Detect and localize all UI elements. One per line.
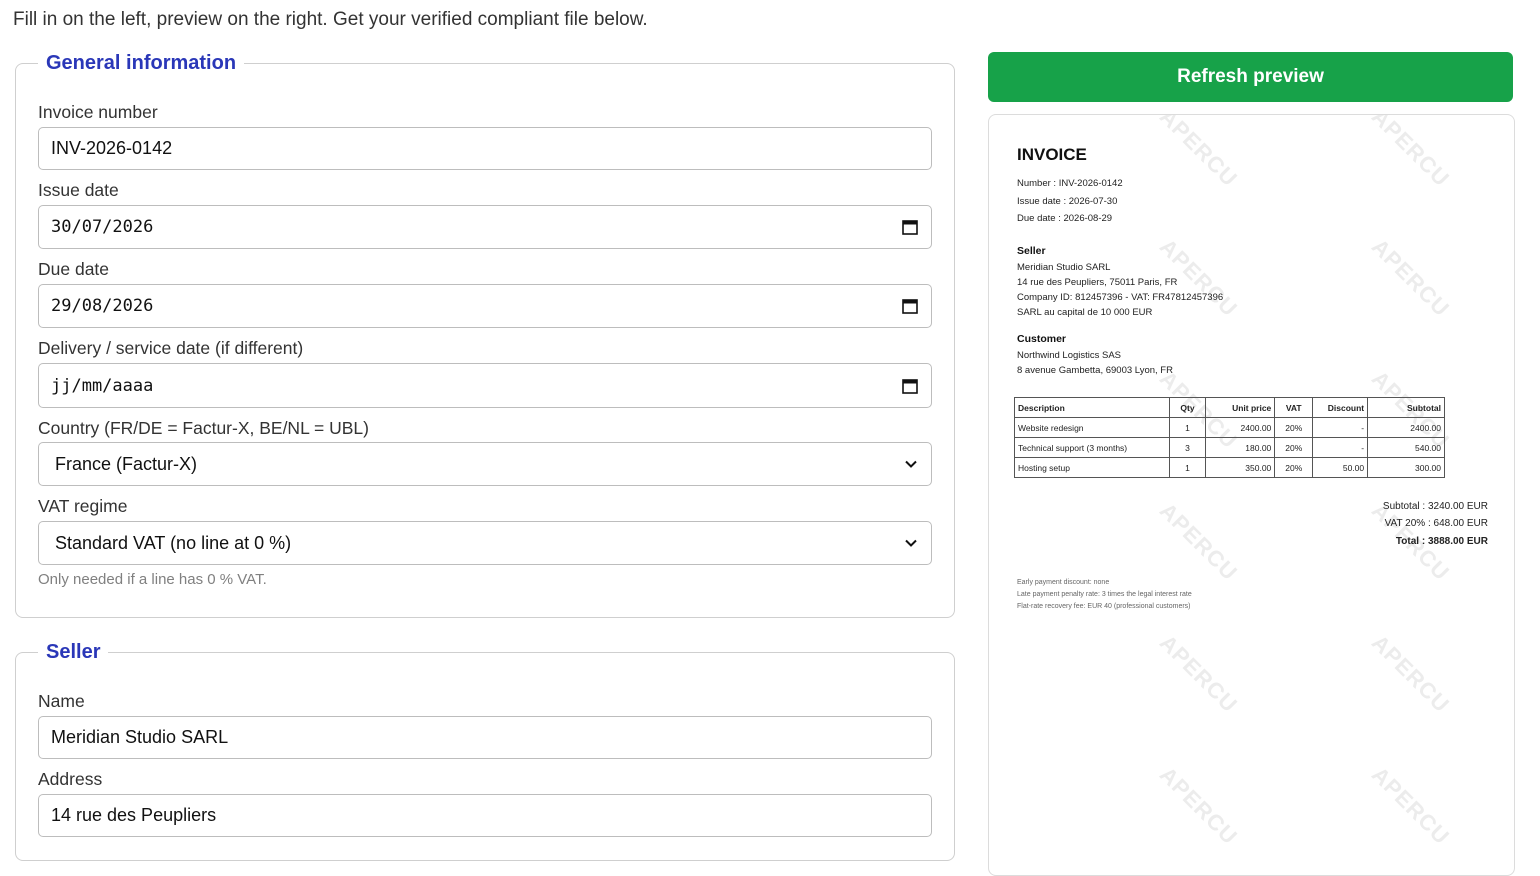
- table-cell: 20%: [1274, 457, 1314, 478]
- watermark: APERCU: [1366, 114, 1455, 192]
- watermark: APERCU: [1154, 114, 1243, 192]
- customer-heading: Customer: [1017, 333, 1067, 345]
- issue-date-value: 30/07/2026: [51, 217, 154, 237]
- seller-legend: Seller: [46, 641, 101, 663]
- table-cell: Hosting setup: [1014, 457, 1170, 478]
- table-cell: Technical support (3 months): [1014, 437, 1170, 458]
- watermark: APERCU: [1366, 629, 1455, 718]
- table-cell: 50.00: [1312, 457, 1369, 478]
- delivery-date-placeholder: jj/mm/aaaa: [51, 375, 154, 396]
- invoice-number-input[interactable]: INV-2026-0142: [38, 127, 932, 170]
- watermark: APERCU: [1154, 629, 1243, 718]
- table-cell: 2400.00: [1205, 417, 1276, 438]
- seller-name-label: Name: [38, 691, 85, 711]
- seller-name-value: Meridian Studio SARL: [51, 727, 229, 747]
- seller-address-label: Address: [38, 769, 103, 789]
- column-header: Qty: [1168, 397, 1207, 418]
- issue-date-line: Issue date : 2026-07-30: [1017, 196, 1118, 207]
- country-selected-value: France (Factur-X): [55, 453, 198, 474]
- issue-date-input[interactable]: 30/07/2026: [38, 205, 932, 249]
- seller-address-input[interactable]: 14 rue des Peupliers: [38, 794, 932, 837]
- column-header: Unit price: [1205, 397, 1276, 418]
- table-cell: 1: [1168, 457, 1207, 478]
- chevron-down-icon: [905, 539, 917, 547]
- watermark: APERCU: [1154, 761, 1243, 850]
- calendar-icon[interactable]: [901, 377, 919, 395]
- invoice-number-value: INV-2026-0142: [51, 138, 173, 158]
- line-items-table: Description Qty Unit price VAT Discount …: [1014, 397, 1445, 478]
- country-label: Country (FR/DE = Factur-X, BE/NL = UBL): [38, 418, 369, 438]
- vat-regime-select[interactable]: Standard VAT (no line at 0 %): [38, 521, 932, 565]
- footnote-line: Early payment discount: none: [1017, 579, 1110, 586]
- seller-line: 14 rue des Peupliers, 75011 Paris, FR: [1017, 277, 1178, 288]
- seller-line: SARL au capital de 10 000 EUR: [1017, 307, 1153, 318]
- table-cell: 2400.00: [1367, 417, 1445, 438]
- watermark: APERCU: [1366, 761, 1455, 850]
- delivery-date-label: Delivery / service date (if different): [38, 338, 304, 358]
- table-cell: Website redesign: [1014, 417, 1170, 438]
- column-header: VAT: [1274, 397, 1314, 418]
- delivery-date-input[interactable]: jj/mm/aaaa: [38, 363, 932, 408]
- customer-line: 8 avenue Gambetta, 69003 Lyon, FR: [1017, 365, 1173, 376]
- seller-heading: Seller: [1017, 245, 1046, 257]
- footnote-line: Flat-rate recovery fee: EUR 40 (professi…: [1017, 603, 1191, 610]
- seller-name-input[interactable]: Meridian Studio SARL: [38, 716, 932, 759]
- column-header: Description: [1014, 397, 1170, 418]
- invoice-preview: APERCU APERCU APERCU APERCU APERCU APERC…: [988, 114, 1515, 876]
- due-date-label: Due date: [38, 259, 110, 279]
- vat-regime-selected-value: Standard VAT (no line at 0 %): [55, 532, 292, 553]
- customer-line: Northwind Logistics SAS: [1017, 350, 1122, 361]
- due-date-line: Due date : 2026-08-29: [1017, 213, 1113, 224]
- table-row: Hosting setup 1 350.00 20% 50.00 300.00: [1014, 457, 1445, 478]
- watermark: APERCU: [1154, 497, 1243, 586]
- subtotal-line: Subtotal : 3240.00 EUR: [1382, 501, 1488, 512]
- table-cell: 20%: [1274, 437, 1314, 458]
- table-cell: 180.00: [1205, 437, 1276, 458]
- table-cell: 350.00: [1205, 457, 1276, 478]
- issue-date-label: Issue date: [38, 180, 119, 200]
- table-cell: 300.00: [1367, 457, 1445, 478]
- general-information-legend: General information: [46, 52, 237, 74]
- table-row: Website redesign 1 2400.00 20% - 2400.00: [1014, 417, 1445, 438]
- table-cell: -: [1312, 437, 1369, 458]
- vat-regime-hint: Only needed if a line has 0 % VAT.: [38, 571, 267, 588]
- intro-text: Fill in on the left, preview on the righ…: [13, 9, 648, 30]
- refresh-preview-button[interactable]: Refresh preview: [988, 52, 1513, 102]
- table-cell: -: [1312, 417, 1369, 438]
- invoice-number-line: Number : INV-2026-0142: [1017, 178, 1123, 189]
- column-header: Discount: [1312, 397, 1369, 418]
- vat-regime-label: VAT regime: [38, 496, 128, 516]
- table-cell: 20%: [1274, 417, 1314, 438]
- table-row: Technical support (3 months) 3 180.00 20…: [1014, 437, 1445, 458]
- calendar-icon[interactable]: [901, 218, 919, 236]
- seller-address-value: 14 rue des Peupliers: [51, 805, 217, 825]
- due-date-input[interactable]: 29/08/2026: [38, 284, 932, 328]
- due-date-value: 29/08/2026: [51, 296, 154, 316]
- chevron-down-icon: [905, 460, 917, 468]
- table-header-row: Description Qty Unit price VAT Discount …: [1014, 397, 1445, 418]
- column-header: Subtotal: [1367, 397, 1445, 418]
- invoice-number-label: Invoice number: [38, 102, 158, 122]
- country-select[interactable]: France (Factur-X): [38, 442, 932, 486]
- seller-line: Company ID: 812457396 - VAT: FR478124573…: [1017, 292, 1224, 303]
- table-cell: 1: [1168, 417, 1207, 438]
- footnote-line: Late payment penalty rate: 3 times the l…: [1017, 591, 1192, 598]
- seller-line: Meridian Studio SARL: [1017, 262, 1111, 273]
- grand-total-line: Total : 3888.00 EUR: [1395, 536, 1488, 547]
- table-cell: 540.00: [1367, 437, 1445, 458]
- invoice-title: INVOICE: [1017, 145, 1087, 164]
- table-cell: 3: [1168, 437, 1207, 458]
- calendar-icon[interactable]: [901, 297, 919, 315]
- vat-total-line: VAT 20% : 648.00 EUR: [1384, 518, 1488, 529]
- watermark: APERCU: [1366, 233, 1455, 322]
